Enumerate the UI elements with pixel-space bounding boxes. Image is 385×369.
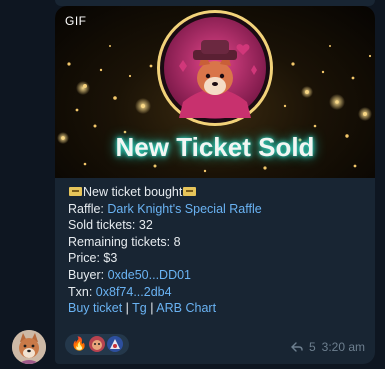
link-separator: | (150, 301, 154, 316)
view-count: 5 (308, 340, 316, 354)
ticket-icon (69, 187, 82, 196)
buyer-address-link[interactable]: 0xde50...DD01 (108, 268, 191, 282)
link-separator: | (125, 301, 129, 316)
tg-link[interactable]: Tg (132, 301, 147, 315)
txn-label: Txn: (68, 284, 93, 299)
arb-chart-link[interactable]: ARB Chart (156, 301, 216, 315)
fire-reaction[interactable]: 🔥 (65, 333, 130, 355)
reply-icon[interactable] (290, 342, 303, 352)
headline-line: New ticket bought (68, 184, 375, 201)
message-meta: 5 3:20 am (290, 340, 365, 354)
remaining-tickets: Remaining tickets: 8 (68, 234, 181, 249)
message-time: 3:20 am (321, 340, 365, 354)
txn-hash-link[interactable]: 0x8f74...2db4 (96, 285, 172, 299)
message-caption: New ticket bought Raffle: Dark Knight's … (55, 178, 375, 317)
links-line: Buy ticket | Tg | ARB Chart (68, 300, 375, 317)
reactions-bar: 🔥 (65, 333, 130, 355)
reactor-avatar-icon (107, 336, 124, 352)
gif-media[interactable]: GIF New Ticket Sold (55, 6, 375, 178)
buyer-line: Buyer: 0xde50...DD01 (68, 267, 375, 284)
buyer-label: Buyer: (68, 267, 105, 282)
fire-icon: 🔥 (71, 336, 88, 351)
message-bubble[interactable]: GIF New Ticket Sold New ticket bought Ra… (55, 6, 375, 364)
txn-line: Txn: 0x8f74...2db4 (68, 284, 375, 301)
sold-tickets: Sold tickets: 32 (68, 218, 153, 233)
reactor-avatar-icon (89, 336, 106, 352)
ticket-icon (183, 187, 197, 196)
gif-badge: GIF (65, 14, 87, 28)
headline-text: New ticket bought (83, 185, 183, 199)
price: Price: $3 (68, 251, 118, 266)
banner-text: New Ticket Sold (115, 132, 315, 162)
dog-avatar-icon (12, 330, 46, 364)
raffle-label: Raffle: (68, 201, 104, 216)
buy-ticket-link[interactable]: Buy ticket (68, 301, 122, 315)
raffle-line: Raffle: Dark Knight's Special Raffle (68, 201, 375, 218)
raffle-link[interactable]: Dark Knight's Special Raffle (107, 202, 261, 216)
sender-avatar[interactable] (12, 330, 46, 364)
